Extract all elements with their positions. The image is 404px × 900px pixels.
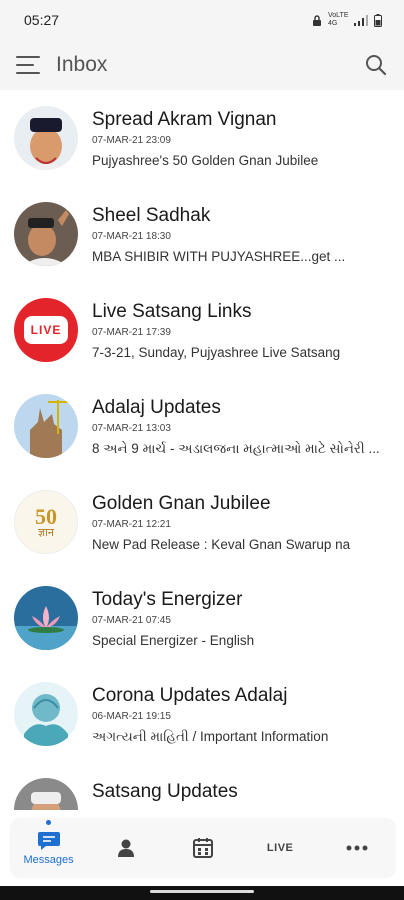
search-icon[interactable] <box>364 53 388 77</box>
avatar <box>14 202 78 266</box>
avatar: LIVE <box>14 298 78 362</box>
inbox-item-name: Spread Akram Vignan <box>92 109 277 130</box>
inbox-item-sheel-sadhak[interactable]: Sheel Sadhak 07-MAR-21 18:30 MBA SHIBIR … <box>0 186 404 282</box>
inbox-item-date: 07-MAR-21 17:39 <box>92 327 171 338</box>
inbox-item-date: 07-MAR-21 18:30 <box>92 231 171 242</box>
inbox-item-date: 07-MAR-21 23:09 <box>92 135 171 146</box>
inbox-item-preview: Special Energizer - English <box>92 633 255 648</box>
avatar <box>14 106 78 170</box>
app-bar: Inbox <box>0 40 404 90</box>
status-time: 05:27 <box>24 12 60 28</box>
inbox-item-preview: 8 અને 9 માર્ચ - અડાલજના મહાત્માઓ માટે સો… <box>92 441 380 456</box>
inbox-item-todays-energizer[interactable]: Today's Energizer 07-MAR-21 07:45 Specia… <box>0 570 404 666</box>
inbox-item-live-satsang-links[interactable]: LIVE Live Satsang Links 07-MAR-21 17:39 … <box>0 282 404 378</box>
bottom-navigation: Messages LIVE <box>10 818 396 878</box>
menu-icon[interactable] <box>16 56 40 74</box>
inbox-item-satsang-updates[interactable]: Satsang Updates <box>0 762 404 810</box>
inbox-list: Spread Akram Vignan 07-MAR-21 23:09 Pujy… <box>0 90 404 810</box>
person-icon <box>117 839 134 857</box>
inbox-item-preview: New Pad Release : Keval Gnan Swarup na <box>92 537 351 552</box>
gesture-handle[interactable] <box>150 890 254 893</box>
nav-more[interactable] <box>327 820 387 876</box>
avatar <box>14 682 78 746</box>
nav-messages-label: Messages <box>23 854 74 866</box>
inbox-item-preview: અગત્યની માહિતી / Important Information <box>92 729 329 744</box>
jubilee-number: 50 <box>35 503 57 529</box>
calendar-icon <box>192 838 213 858</box>
avatar: 50 ज्ञान <box>14 490 78 554</box>
inbox-item-name: Corona Updates Adalaj <box>92 685 288 706</box>
live-badge-icon: LIVE <box>23 316 69 344</box>
battery-icon <box>374 13 382 27</box>
inbox-item-golden-gnan-jubilee[interactable]: 50 ज्ञान Golden Gnan Jubilee 07-MAR-21 1… <box>0 474 404 570</box>
avatar <box>14 586 78 650</box>
live-badge-text: LIVE <box>30 323 62 337</box>
inbox-item-preview: 7-3-21, Sunday, Pujyashree Live Satsang <box>92 345 341 360</box>
nav-profile[interactable] <box>96 820 156 876</box>
avatar <box>14 394 78 458</box>
inbox-item-preview: Pujyashree's 50 Golden Gnan Jubilee <box>92 153 319 168</box>
page-title: Inbox <box>56 53 108 76</box>
status-bar: 05:27 VoLTE 4G <box>0 0 404 40</box>
inbox-item-name: Live Satsang Links <box>92 301 252 322</box>
inbox-item-name: Sheel Sadhak <box>92 205 211 226</box>
inbox-item-name: Today's Energizer <box>92 589 243 610</box>
lock-icon <box>313 14 321 26</box>
inbox-item-date: 07-MAR-21 12:21 <box>92 519 171 530</box>
inbox-item-date: 07-MAR-21 07:45 <box>92 615 171 626</box>
inbox-item-date: 07-MAR-21 13:03 <box>92 423 171 434</box>
live-icon: LIVE <box>266 842 294 854</box>
gesture-area <box>0 886 404 900</box>
inbox-item-name: Golden Gnan Jubilee <box>92 493 271 514</box>
avatar <box>14 778 78 810</box>
status-icons: VoLTE 4G <box>312 12 382 28</box>
more-icon <box>346 845 368 851</box>
inbox-item-adalaj-updates[interactable]: Adalaj Updates 07-MAR-21 13:03 8 અને 9 મ… <box>0 378 404 474</box>
inbox-item-name: Adalaj Updates <box>92 397 221 418</box>
signal-icon <box>354 14 368 26</box>
inbox-item-preview: MBA SHIBIR WITH PUJYASHREE...get ... <box>92 249 346 264</box>
nav-live[interactable]: LIVE <box>250 820 310 876</box>
inbox-item-name: Satsang Updates <box>92 781 238 802</box>
active-indicator <box>46 820 52 825</box>
inbox-item-date: 06-MAR-21 19:15 <box>92 711 171 722</box>
nav-calendar[interactable] <box>173 820 233 876</box>
nav-messages[interactable]: Messages <box>19 820 79 876</box>
jubilee-word: ज्ञान <box>37 526 54 539</box>
network-type: VoLTE 4G <box>328 12 349 27</box>
inbox-item-corona-updates-adalaj[interactable]: Corona Updates Adalaj 06-MAR-21 19:15 અગ… <box>0 666 404 762</box>
chat-icon <box>37 832 60 850</box>
inbox-item-spread-akram-vignan[interactable]: Spread Akram Vignan 07-MAR-21 23:09 Pujy… <box>0 90 404 186</box>
